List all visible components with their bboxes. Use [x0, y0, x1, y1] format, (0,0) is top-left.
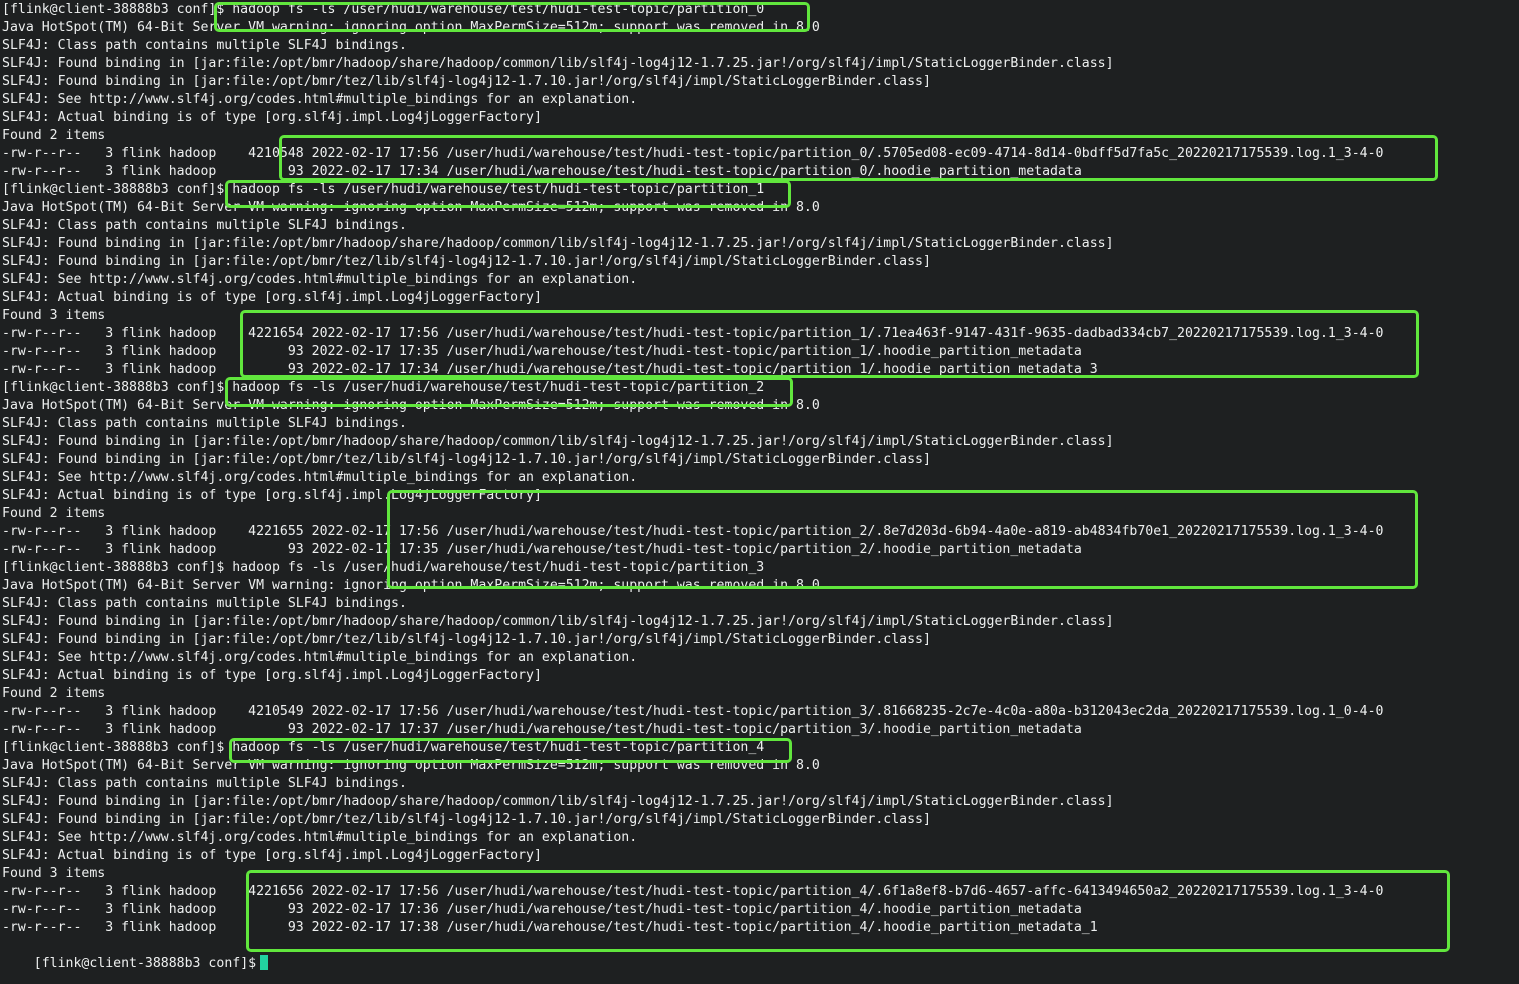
file-listing-row: -rw-r--r-- 3 flink hadoop 4210549 2022-0… [2, 704, 1384, 719]
file-listing-row: -rw-r--r-- 3 flink hadoop 93 2022-02-17 … [2, 902, 1082, 917]
log-warning-line: SLF4J: Actual binding is of type [org.sl… [2, 668, 542, 683]
log-warning-line: SLF4J: Found binding in [jar:file:/opt/b… [2, 254, 931, 269]
log-warning-line: SLF4J: Found binding in [jar:file:/opt/b… [2, 614, 1114, 629]
file-listing-row: -rw-r--r-- 3 flink hadoop 93 2022-02-17 … [2, 164, 1082, 179]
file-listing-row: -rw-r--r-- 3 flink hadoop 93 2022-02-17 … [2, 542, 1082, 557]
log-warning-line: SLF4J: Actual binding is of type [org.sl… [2, 848, 542, 863]
file-listing-row: -rw-r--r-- 3 flink hadoop 93 2022-02-17 … [2, 722, 1082, 737]
file-listing-row: -rw-r--r-- 3 flink hadoop 4221656 2022-0… [2, 884, 1384, 899]
command-line: [flink@client-38888b3 conf]$ hadoop fs -… [2, 740, 765, 755]
log-warning-line: SLF4J: Found binding in [jar:file:/opt/b… [2, 452, 931, 467]
log-warning-line: SLF4J: Actual binding is of type [org.sl… [2, 110, 542, 125]
log-warning-line: SLF4J: Found binding in [jar:file:/opt/b… [2, 434, 1114, 449]
file-listing-row: -rw-r--r-- 3 flink hadoop 4210548 2022-0… [2, 146, 1384, 161]
log-warning-line: SLF4J: See http://www.slf4j.org/codes.ht… [2, 92, 638, 107]
terminal-prompt: [flink@client-38888b3 conf]$ [33, 956, 257, 971]
log-warning-line: SLF4J: Class path contains multiple SLF4… [2, 218, 407, 233]
terminal-output: [flink@client-38888b3 conf]$ hadoop fs -… [2, 1, 1383, 937]
terminal-prompt-line[interactable]: [flink@client-38888b3 conf]$ [2, 937, 269, 971]
log-warning-line: SLF4J: Class path contains multiple SLF4… [2, 596, 407, 611]
log-warning-line: SLF4J: Class path contains multiple SLF4… [2, 416, 407, 431]
file-listing-row: -rw-r--r-- 3 flink hadoop 93 2022-02-17 … [2, 344, 1082, 359]
log-warning-line: SLF4J: Found binding in [jar:file:/opt/b… [2, 794, 1114, 809]
items-count-line: Found 2 items [2, 686, 106, 701]
log-warning-line: Java HotSpot(TM) 64-Bit Server VM warnin… [2, 200, 820, 215]
log-warning-line: SLF4J: Found binding in [jar:file:/opt/b… [2, 236, 1114, 251]
log-warning-line: SLF4J: See http://www.slf4j.org/codes.ht… [2, 272, 638, 287]
log-warning-line: SLF4J: Found binding in [jar:file:/opt/b… [2, 812, 931, 827]
log-warning-line: SLF4J: Found binding in [jar:file:/opt/b… [2, 56, 1114, 71]
file-listing-row: -rw-r--r-- 3 flink hadoop 93 2022-02-17 … [2, 362, 1098, 377]
command-line: [flink@client-38888b3 conf]$ hadoop fs -… [2, 2, 765, 17]
file-listing-row: -rw-r--r-- 3 flink hadoop 93 2022-02-17 … [2, 920, 1098, 935]
log-warning-line: Java HotSpot(TM) 64-Bit Server VM warnin… [2, 398, 820, 413]
items-count-line: Found 2 items [2, 128, 106, 143]
log-warning-line: SLF4J: Actual binding is of type [org.sl… [2, 290, 542, 305]
log-warning-line: Java HotSpot(TM) 64-Bit Server VM warnin… [2, 758, 820, 773]
items-count-line: Found 3 items [2, 308, 106, 323]
log-warning-line: SLF4J: Class path contains multiple SLF4… [2, 38, 407, 53]
command-line: [flink@client-38888b3 conf]$ hadoop fs -… [2, 182, 765, 197]
log-warning-line: Java HotSpot(TM) 64-Bit Server VM warnin… [2, 578, 820, 593]
log-warning-line: SLF4J: Class path contains multiple SLF4… [2, 776, 407, 791]
log-warning-line: SLF4J: Found binding in [jar:file:/opt/b… [2, 632, 931, 647]
log-warning-line: SLF4J: Actual binding is of type [org.sl… [2, 488, 542, 503]
log-warning-line: SLF4J: See http://www.slf4j.org/codes.ht… [2, 830, 638, 845]
log-warning-line: SLF4J: Found binding in [jar:file:/opt/b… [2, 74, 931, 89]
log-warning-line: SLF4J: See http://www.slf4j.org/codes.ht… [2, 650, 638, 665]
file-listing-row: -rw-r--r-- 3 flink hadoop 4221655 2022-0… [2, 524, 1384, 539]
terminal-cursor [260, 955, 269, 970]
terminal-window[interactable]: [flink@client-38888b3 conf]$ hadoop fs -… [0, 0, 1519, 984]
log-warning-line: SLF4J: See http://www.slf4j.org/codes.ht… [2, 470, 638, 485]
log-warning-line: Java HotSpot(TM) 64-Bit Server VM warnin… [2, 20, 820, 35]
file-listing-row: -rw-r--r-- 3 flink hadoop 4221654 2022-0… [2, 326, 1384, 341]
items-count-line: Found 3 items [2, 866, 106, 881]
items-count-line: Found 2 items [2, 506, 106, 521]
command-line: [flink@client-38888b3 conf]$ hadoop fs -… [2, 560, 765, 575]
command-line: [flink@client-38888b3 conf]$ hadoop fs -… [2, 380, 765, 395]
